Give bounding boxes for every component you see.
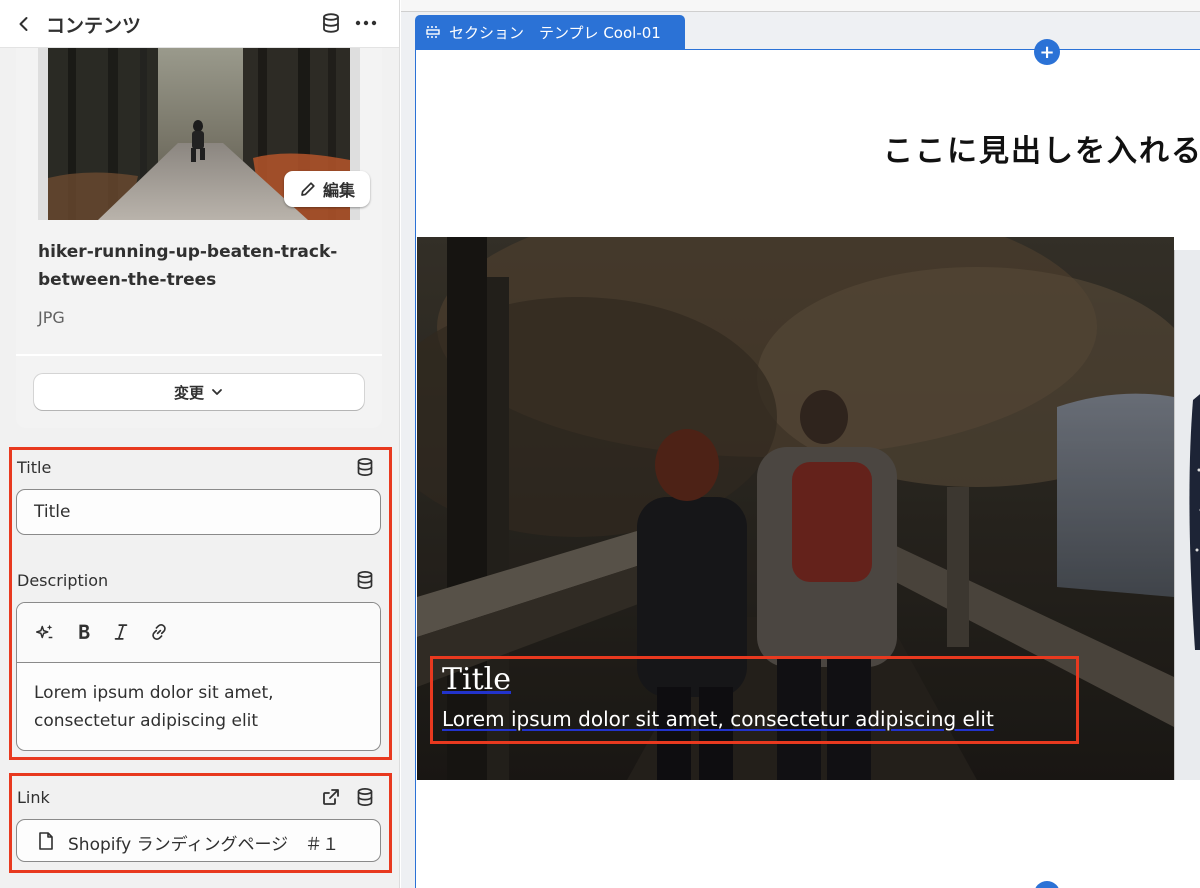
card-divider: [16, 354, 382, 356]
italic-icon[interactable]: [109, 620, 133, 644]
magic-icon[interactable]: [33, 620, 57, 644]
external-link-icon[interactable]: [321, 787, 341, 807]
previous-section-edge: [401, 0, 1200, 12]
change-image-label: 変更: [173, 383, 204, 402]
chevron-down-icon: [212, 389, 222, 395]
image-card: 編集 hiker-running-up-beaten-track-between…: [16, 48, 382, 428]
description-editor[interactable]: Lorem ipsum dolor sit amet, consectetur …: [16, 602, 381, 751]
edit-image-label: 編集: [322, 181, 355, 200]
title-input[interactable]: Title: [16, 489, 381, 535]
edit-image-button[interactable]: 編集: [284, 171, 370, 207]
link-input[interactable]: Shopify ランディングページ ＃１: [16, 819, 381, 862]
title-dynamic-source-icon[interactable]: [355, 457, 375, 477]
link-value: Shopify ランディングページ ＃１: [68, 835, 340, 855]
link-dynamic-source-icon[interactable]: [355, 787, 375, 807]
title-field-label: Title: [17, 458, 52, 477]
hero-description[interactable]: Lorem ipsum dolor sit amet, consectetur …: [442, 707, 994, 731]
description-toolbar: [17, 603, 380, 663]
file-type: JPG: [38, 308, 65, 327]
theme-preview: セクション テンプレ Cool-01 + + ここに見出しを入れる: [401, 0, 1200, 888]
file-name: hiker-running-up-beaten-track-between-th…: [38, 242, 338, 290]
title-input-value: Title: [34, 502, 71, 522]
ellipsis-icon[interactable]: [354, 12, 378, 34]
section-label-text: セクション テンプレ Cool-01: [449, 23, 661, 42]
change-image-button[interactable]: 変更: [34, 374, 364, 410]
section-label-tag[interactable]: セクション テンプレ Cool-01: [415, 15, 685, 49]
database-icon[interactable]: [320, 12, 342, 34]
page-icon: [39, 832, 53, 850]
next-slide-peek: [1174, 250, 1200, 780]
link-field-label: Link: [17, 788, 50, 807]
add-section-top-icon[interactable]: +: [1034, 39, 1060, 65]
pencil-icon: [301, 182, 315, 196]
description-text: Lorem ipsum dolor sit amet, consectetur …: [34, 683, 274, 731]
image-thumbnail-frame: 編集: [38, 48, 370, 220]
settings-panel: コンテンツ 編集 hiker-running-up-beaten-track-b…: [0, 0, 400, 888]
link-icon[interactable]: [147, 620, 171, 644]
chevron-left-icon[interactable]: [14, 14, 34, 34]
section-heading: ここに見出しを入れる: [883, 134, 1200, 169]
description-field-label: Description: [17, 571, 109, 590]
panel-title: コンテンツ: [46, 15, 142, 37]
bold-icon[interactable]: [72, 620, 96, 644]
hero-title[interactable]: Title: [442, 662, 511, 697]
panel-header: コンテンツ: [0, 0, 399, 48]
section-icon: [426, 26, 440, 38]
description-dynamic-source-icon[interactable]: [355, 570, 375, 590]
